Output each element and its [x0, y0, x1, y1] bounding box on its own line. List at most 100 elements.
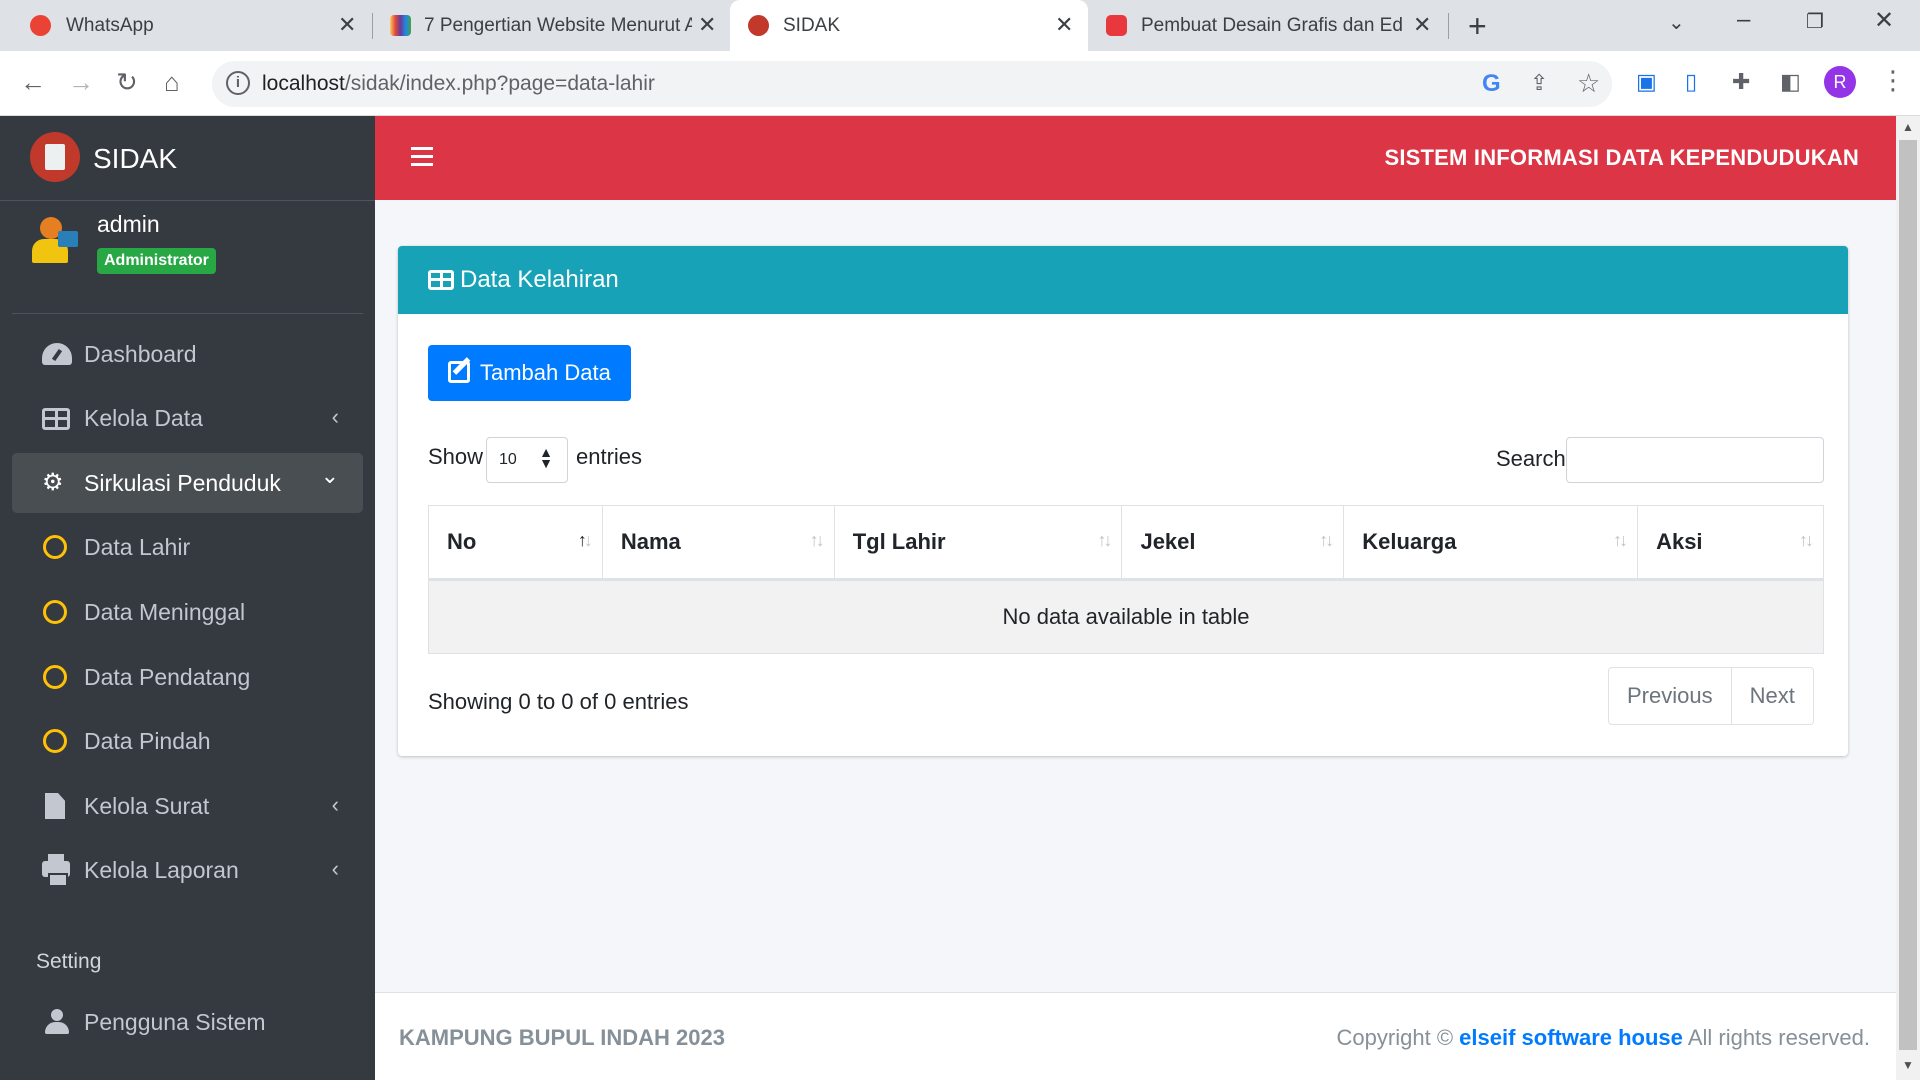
footer-location: KAMPUNG BUPUL INDAH 2023 [399, 1025, 725, 1050]
close-icon[interactable]: ✕ [338, 12, 356, 38]
column-label: Nama [620, 529, 681, 554]
sidebar-item-label: Data Meninggal [84, 599, 246, 625]
circle-icon [43, 535, 67, 559]
sidebar-item-data-meninggal[interactable]: Data Meninggal [12, 582, 363, 642]
content-wrapper: Data Kelahiran Tambah Data Show 10 ▲ ▼ en… [375, 200, 1896, 992]
forward-arrow-icon[interactable]: → [68, 67, 94, 98]
sort-icon: ↑↓ [1799, 530, 1814, 550]
add-data-label: Tambah Data [480, 360, 611, 385]
sidak-icon [748, 15, 769, 36]
search-input[interactable] [1566, 437, 1824, 483]
sidebar: SIDAK admin Administrator Dashboard Kelo… [0, 116, 375, 1080]
entries-length-select[interactable]: 10 ▲ ▼ [486, 437, 568, 483]
chevron-left-icon: ‹ [331, 856, 339, 881]
page-scrollbar[interactable]: ▲ ▼ [1896, 116, 1920, 1080]
sidebar-item-dashboard[interactable]: Dashboard [12, 324, 363, 384]
column-label: Jekel [1140, 529, 1196, 554]
column-header-keluarga[interactable]: Keluarga ↑↓ [1343, 505, 1639, 581]
site-info-icon[interactable]: i [226, 71, 250, 95]
chevron-left-icon: ‹ [331, 404, 339, 429]
pagination: Previous Next [1608, 667, 1814, 725]
back-arrow-icon[interactable]: ← [20, 67, 46, 98]
reload-icon[interactable]: ↻ [116, 67, 138, 98]
nbc-peacock-icon [390, 15, 411, 36]
scroll-up-icon[interactable]: ▲ [1902, 120, 1914, 134]
scrollbar-thumb[interactable] [1899, 140, 1917, 1050]
company-link[interactable]: elseif software house [1459, 1025, 1683, 1050]
previous-page-button[interactable]: Previous [1609, 668, 1731, 724]
share-icon[interactable]: ⇪ [1530, 70, 1548, 96]
add-data-button[interactable]: Tambah Data [428, 345, 631, 401]
copyright-prefix: Copyright © [1336, 1025, 1454, 1050]
column-header-no[interactable]: No ↑↓ [428, 505, 603, 581]
sidak-logo-icon [30, 132, 80, 182]
table-row: No data available in table [428, 579, 1824, 654]
tab-search-chevron-icon[interactable]: ⌄ [1668, 10, 1685, 35]
bookmark-star-icon[interactable]: ☆ [1577, 68, 1600, 99]
print-icon [42, 854, 70, 887]
side-panel-icon[interactable]: ◧ [1780, 69, 1801, 95]
sidebar-item-label: Data Pendatang [84, 664, 251, 690]
sort-icon: ↑↓ [809, 530, 825, 550]
dashboard-gauge-icon [42, 343, 72, 365]
sidebar-item-data-pindah[interactable]: Data Pindah [12, 711, 363, 771]
column-label: Aksi [1656, 529, 1703, 554]
next-page-button[interactable]: Next [1730, 668, 1813, 724]
column-header-tgl-lahir[interactable]: Tgl Lahir ↑↓ [833, 505, 1123, 581]
circle-icon [43, 600, 67, 624]
sidebar-divider [12, 313, 363, 314]
restore-icon[interactable]: ❐ [1806, 9, 1824, 34]
close-icon[interactable]: ✕ [698, 12, 716, 38]
entries-length-suffix: entries [576, 444, 643, 469]
tab-adobe-express[interactable]: Pembuat Desain Grafis dan Editor ✕ [1088, 0, 1446, 51]
column-header-aksi[interactable]: Aksi ↑↓ [1637, 505, 1824, 581]
user-panel: admin Administrator [0, 201, 375, 314]
address-bar[interactable]: i localhost/sidak/index.php?page=data-la… [212, 61, 1612, 107]
tab-sidak[interactable]: SIDAK ✕ [730, 0, 1088, 51]
user-name[interactable]: admin [97, 211, 160, 238]
sidebar-item-data-pendatang[interactable]: Data Pendatang [12, 647, 363, 707]
sort-icon: ↑↓ [1613, 530, 1628, 550]
table-icon [42, 408, 70, 430]
column-header-jekel[interactable]: Jekel ↑↓ [1121, 505, 1345, 581]
window-close-icon[interactable]: ✕ [1874, 6, 1894, 35]
google-lens-icon[interactable]: G [1482, 70, 1501, 98]
close-icon[interactable]: ✕ [1055, 12, 1073, 38]
sidebar-item-kelola-surat[interactable]: Kelola Surat ‹ [12, 776, 363, 836]
sidebar-item-label: Kelola Laporan [84, 857, 239, 883]
translate-extension-icon[interactable]: ▣ [1636, 69, 1657, 95]
column-header-nama[interactable]: Nama ↑↓ [601, 505, 835, 581]
device-extension-icon[interactable]: ▯ [1685, 69, 1697, 95]
hamburger-menu-icon[interactable] [411, 147, 433, 166]
data-table: No ↑↓ Nama ↑↓ Tgl Lahir ↑↓ Jekel ↑↓ Keluarga… [428, 505, 1824, 654]
sidebar-item-pengguna-sistem[interactable]: Pengguna Sistem [12, 992, 363, 1052]
table-info: Showing 0 to 0 of 0 entries [428, 689, 689, 714]
url-text[interactable]: localhost/sidak/index.php?page=data-lahi… [262, 72, 655, 96]
user-role-badge: Administrator [97, 248, 216, 274]
top-navbar: SISTEM INFORMASI DATA KEPENDUDUKAN [375, 116, 1896, 200]
sidebar-item-label: Data Lahir [84, 534, 191, 560]
brand-link[interactable]: SIDAK [0, 116, 375, 201]
scroll-down-icon[interactable]: ▼ [1902, 1058, 1914, 1072]
extensions-puzzle-icon[interactable]: ✚ [1732, 69, 1750, 95]
cogs-icon: ⚙ [42, 469, 64, 496]
new-tab-button[interactable]: + [1468, 8, 1487, 45]
tab-website-article[interactable]: 7 Pengertian Website Menurut Al ✕ [372, 0, 730, 51]
close-icon[interactable]: ✕ [1413, 12, 1431, 38]
card-header: Data Kelahiran [398, 246, 1848, 314]
home-icon[interactable]: ⌂ [164, 67, 180, 98]
sidebar-item-kelola-laporan[interactable]: Kelola Laporan ‹ [12, 840, 363, 900]
column-label: No [447, 529, 477, 554]
browser-tab-strip: WhatsApp ✕ 7 Pengertian Website Menurut … [0, 0, 1920, 51]
brand-text: SIDAK [93, 143, 178, 174]
tab-whatsapp[interactable]: WhatsApp ✕ [0, 0, 372, 51]
sidebar-item-sirkulasi-penduduk[interactable]: ⚙ Sirkulasi Penduduk ⌄ [12, 453, 363, 513]
sidebar-item-data-lahir[interactable]: Data Lahir [12, 517, 363, 577]
url-host: localhost [262, 72, 345, 95]
sidebar-item-label: Kelola Data [84, 405, 203, 431]
empty-table-message: No data available in table [428, 579, 1824, 654]
profile-avatar[interactable]: R [1824, 66, 1856, 98]
minimize-icon[interactable]: – [1737, 6, 1750, 34]
sidebar-item-kelola-data[interactable]: Kelola Data ‹ [12, 388, 363, 448]
browser-menu-icon[interactable]: ⋮ [1880, 65, 1906, 96]
